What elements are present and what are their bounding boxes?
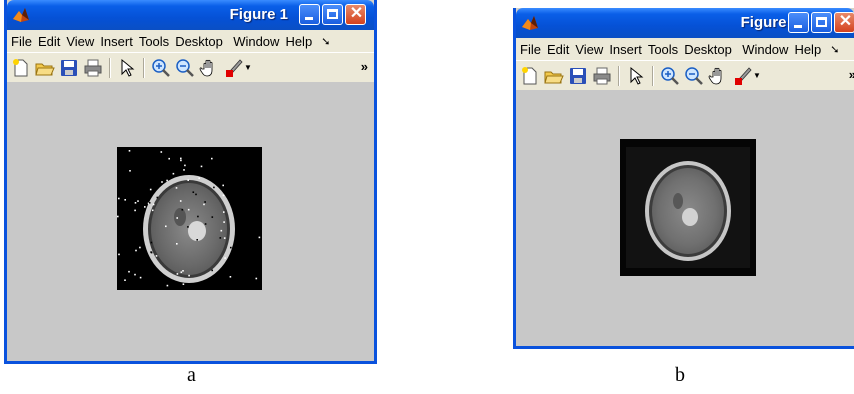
open-file-icon[interactable] bbox=[35, 58, 55, 78]
menu-insert[interactable]: Insert bbox=[606, 42, 645, 57]
menu-desktop[interactable]: Desktop bbox=[172, 34, 230, 49]
data-cursor-brush-icon[interactable] bbox=[732, 66, 752, 86]
toolbar-separator bbox=[618, 65, 620, 86]
menu-edit[interactable]: Edit bbox=[544, 42, 572, 57]
maximize-icon bbox=[816, 17, 827, 27]
menu-help[interactable]: Help bbox=[282, 34, 315, 49]
close-icon: ✕ bbox=[349, 5, 364, 22]
toolbar-overflow-button[interactable]: » bbox=[849, 67, 854, 82]
save-icon[interactable] bbox=[568, 66, 588, 86]
minimize-button[interactable] bbox=[299, 4, 320, 25]
new-figure-icon[interactable] bbox=[520, 66, 540, 86]
menu-tools[interactable]: Tools bbox=[645, 42, 681, 57]
minimize-button[interactable] bbox=[788, 12, 809, 33]
print-icon[interactable] bbox=[83, 58, 103, 78]
title-bar[interactable]: Figure 1 ✕ bbox=[7, 0, 374, 30]
menu-window[interactable]: Window bbox=[739, 42, 791, 57]
pan-hand-icon[interactable] bbox=[199, 58, 219, 78]
dock-arrow-icon[interactable]: ➘ bbox=[315, 35, 330, 48]
matlab-logo-icon bbox=[13, 8, 29, 22]
maximize-button[interactable] bbox=[322, 4, 343, 25]
figure-toolbar: ▼ » bbox=[7, 52, 374, 83]
print-icon[interactable] bbox=[592, 66, 612, 86]
zoom-in-icon[interactable] bbox=[660, 66, 680, 86]
caption-a: a bbox=[187, 364, 196, 386]
toolbar-separator bbox=[652, 65, 654, 86]
menu-insert[interactable]: Insert bbox=[97, 34, 136, 49]
menu-tools[interactable]: Tools bbox=[136, 34, 172, 49]
pan-hand-icon[interactable] bbox=[708, 66, 728, 86]
minimize-icon bbox=[794, 25, 802, 28]
menu-view[interactable]: View bbox=[572, 42, 606, 57]
toolbar-separator bbox=[143, 57, 145, 78]
close-button[interactable]: ✕ bbox=[345, 4, 366, 25]
menu-edit[interactable]: Edit bbox=[35, 34, 63, 49]
chevron-down-icon[interactable]: ▼ bbox=[244, 63, 252, 72]
close-button[interactable]: ✕ bbox=[834, 12, 854, 33]
caption-b: b bbox=[675, 364, 685, 386]
close-icon: ✕ bbox=[838, 13, 853, 30]
figure-toolbar: ▼ » bbox=[516, 60, 854, 91]
zoom-out-icon[interactable] bbox=[175, 58, 195, 78]
menu-desktop[interactable]: Desktop bbox=[681, 42, 739, 57]
menu-bar: File Edit View Insert Tools Desktop Wind… bbox=[516, 38, 854, 60]
new-figure-icon[interactable] bbox=[11, 58, 31, 78]
zoom-in-icon[interactable] bbox=[151, 58, 171, 78]
save-icon[interactable] bbox=[59, 58, 79, 78]
data-cursor-brush-icon[interactable] bbox=[223, 58, 243, 78]
maximize-button[interactable] bbox=[811, 12, 832, 33]
filtered-mri-image bbox=[620, 139, 756, 276]
window-title: Figure 1 bbox=[229, 6, 288, 23]
title-bar[interactable]: Figure 2 ✕ bbox=[516, 8, 854, 38]
select-arrow-icon[interactable] bbox=[626, 66, 646, 86]
menu-bar: File Edit View Insert Tools Desktop Wind… bbox=[7, 30, 374, 52]
minimize-icon bbox=[305, 17, 313, 20]
toolbar-separator bbox=[109, 57, 111, 78]
toolbar-overflow-button[interactable]: » bbox=[361, 59, 368, 74]
menu-window[interactable]: Window bbox=[230, 34, 282, 49]
select-arrow-icon[interactable] bbox=[117, 58, 137, 78]
zoom-out-icon[interactable] bbox=[684, 66, 704, 86]
menu-file[interactable]: File bbox=[7, 34, 35, 49]
menu-view[interactable]: View bbox=[63, 34, 97, 49]
matlab-logo-icon bbox=[522, 16, 538, 30]
chevron-down-icon[interactable]: ▼ bbox=[753, 71, 761, 80]
noisy-mri-image bbox=[117, 147, 262, 290]
maximize-icon bbox=[327, 9, 338, 19]
menu-help[interactable]: Help bbox=[791, 42, 824, 57]
open-file-icon[interactable] bbox=[544, 66, 564, 86]
menu-file[interactable]: File bbox=[516, 42, 544, 57]
dock-arrow-icon[interactable]: ➘ bbox=[824, 43, 839, 56]
